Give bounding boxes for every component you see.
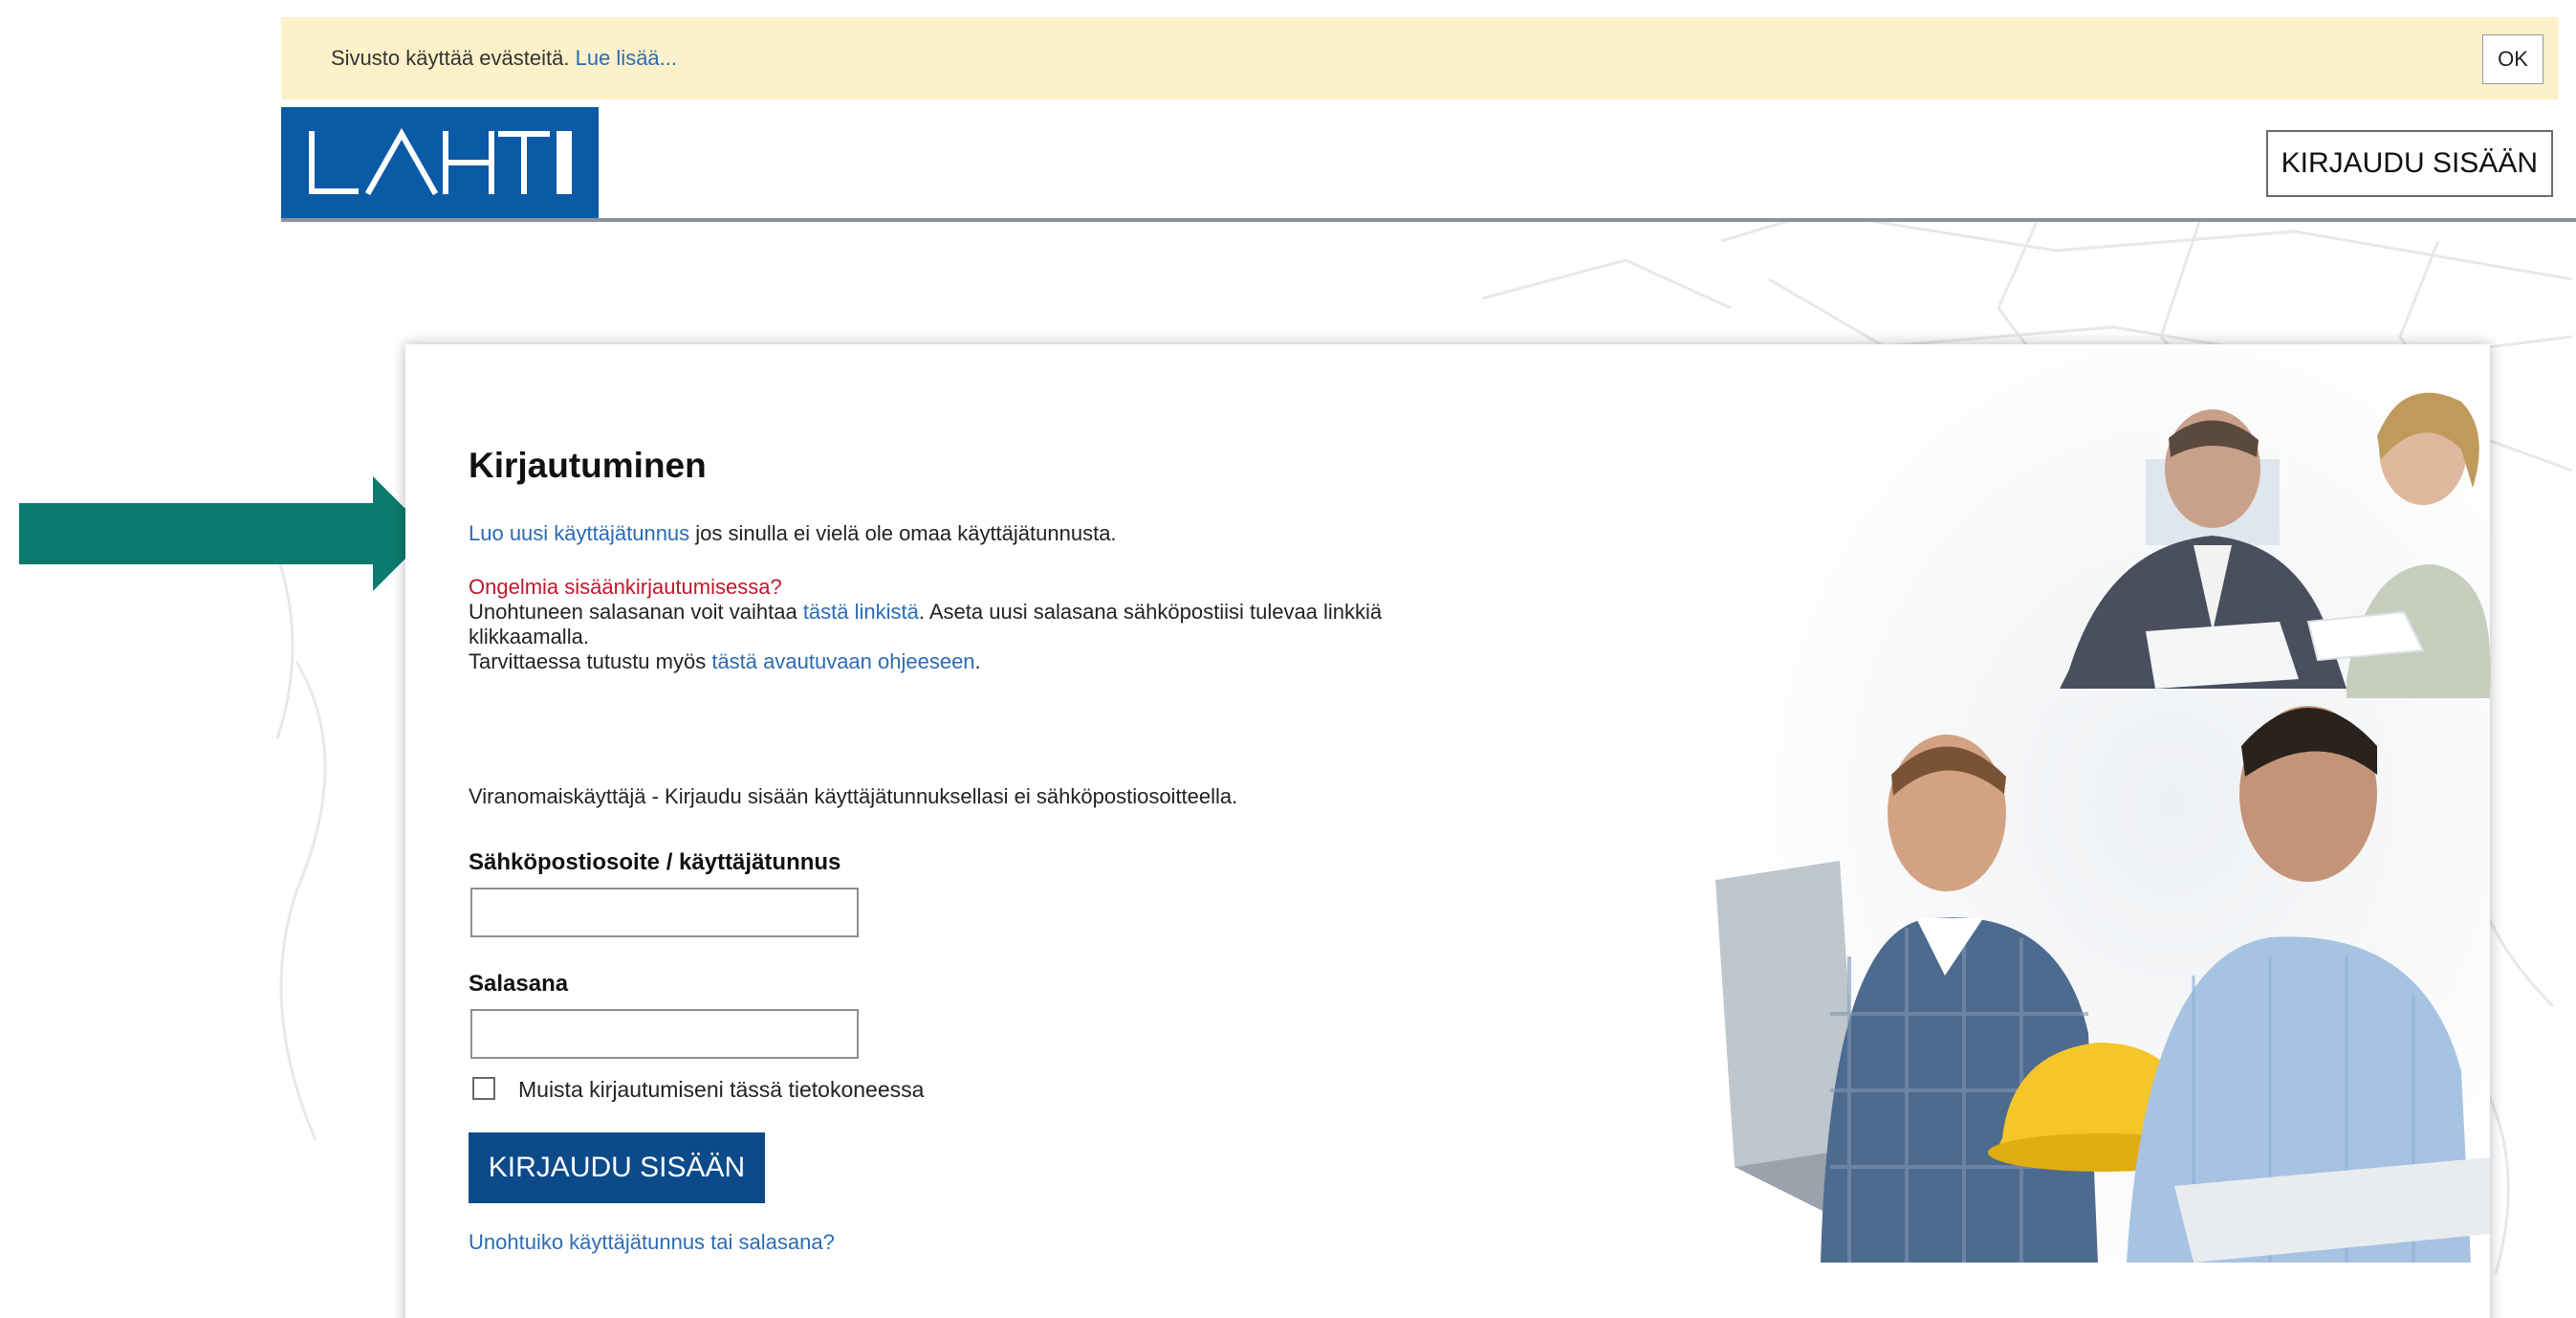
create-account-line: Luo uusi käyttäjätunnus jos sinulla ei v…	[469, 521, 1117, 546]
login-card: Kirjautuminen Luo uusi käyttäjätunnus jo…	[405, 344, 2490, 1318]
password-reset-line: Unohtuneen salasanan voit vaihtaa tästä …	[469, 600, 1382, 625]
create-account-suffix: jos sinulla ei vielä ole omaa käyttäjätu…	[689, 521, 1117, 545]
cookie-banner: Sivusto käyttää evästeitä. Lue lisää... …	[281, 17, 2559, 99]
help-line: Tarvittaessa tutustu myös tästä avautuva…	[469, 649, 981, 674]
reset-line-2: klikkaamalla.	[469, 625, 589, 648]
cookie-ok-button[interactable]: OK	[2482, 34, 2543, 84]
reset-suffix: . Aseta uusi salasana sähköpostiisi tule…	[918, 600, 1383, 624]
authority-user-note: Viranomaiskäyttäjä - Kirjaudu sisään käy…	[469, 784, 1238, 808]
username-label: Sähköpostiosoite / käyttäjätunnus	[469, 849, 841, 875]
username-input[interactable]	[470, 888, 859, 937]
header-login-button[interactable]: KIRJAUDU SISÄÄN	[2265, 130, 2553, 197]
cookie-message: Sivusto käyttää evästeitä. Lue lisää...	[331, 46, 677, 71]
password-label: Salasana	[469, 971, 569, 997]
arrow-right-icon	[19, 476, 430, 591]
password-reset-link[interactable]: tästä linkistä	[803, 600, 919, 624]
create-account-link[interactable]: Luo uusi käyttäjätunnus	[469, 521, 689, 545]
help-prefix: Tarvittaessa tutustu myös	[469, 649, 712, 673]
page-title: Kirjautuminen	[469, 446, 707, 485]
login-problems-heading: Ongelmia sisäänkirjautumisessa?	[469, 575, 782, 599]
cookie-read-more-link[interactable]: Lue lisää...	[576, 46, 677, 70]
cookie-text: Sivusto käyttää evästeitä.	[331, 46, 570, 70]
lahti-logo-mark	[309, 127, 572, 196]
page: Sivusto käyttää evästeitä. Lue lisää... …	[0, 0, 2576, 1318]
site-header: LAHTI KIRJAUDU SISÄÄN	[281, 99, 2576, 222]
forgot-credentials-link[interactable]: Unohtuiko käyttäjätunnus tai salasana?	[469, 1230, 835, 1255]
lahti-logo[interactable]: LAHTI	[281, 107, 599, 218]
business-people-photo	[1696, 344, 2490, 1263]
help-suffix: .	[974, 649, 981, 673]
login-submit-button[interactable]: KIRJAUDU SISÄÄN	[469, 1132, 765, 1203]
help-guide-link[interactable]: tästä avautuvaan ohjeeseen	[711, 649, 974, 673]
remember-me-checkbox[interactable]	[472, 1077, 495, 1100]
reset-prefix: Unohtuneen salasanan voit vaihtaa	[469, 600, 803, 624]
password-input[interactable]	[470, 1009, 859, 1059]
remember-me-label: Muista kirjautumiseni tässä tietokoneess…	[518, 1077, 925, 1102]
